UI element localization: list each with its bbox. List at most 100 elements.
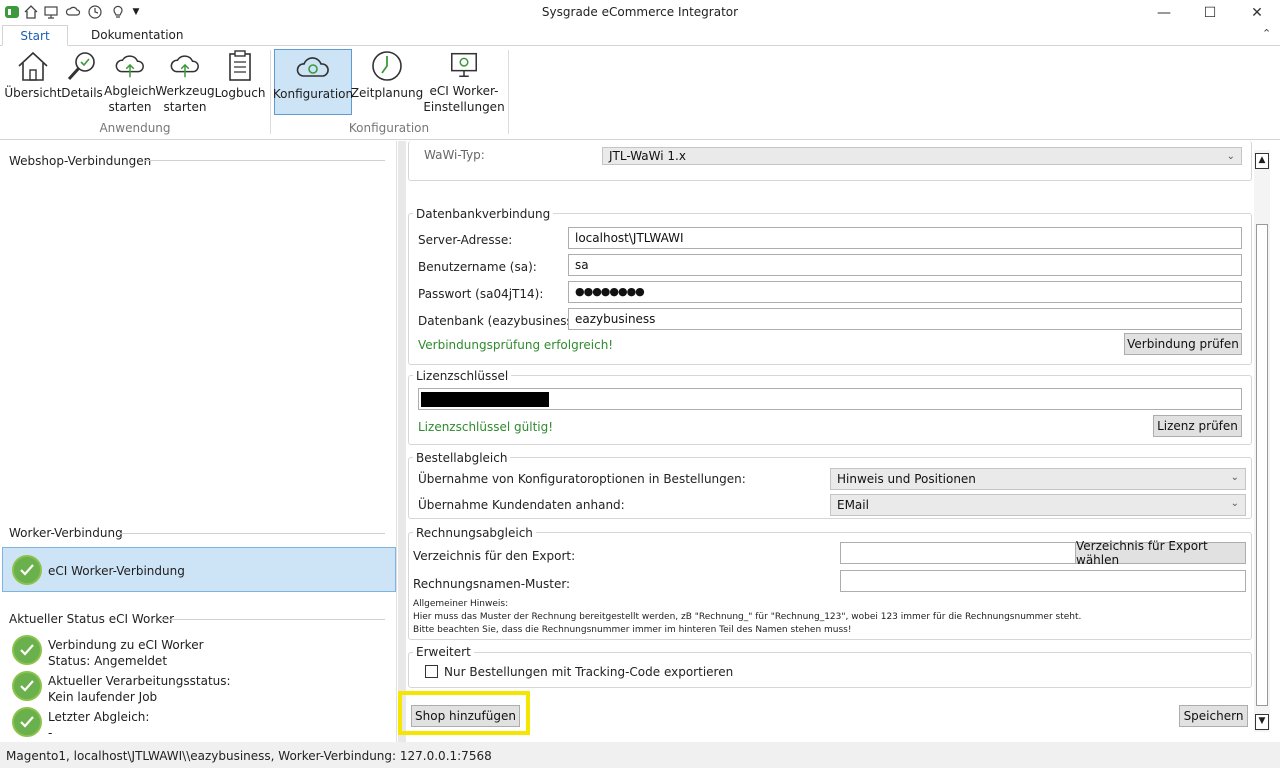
status-item: Letzter Abgleich: - [48, 709, 149, 741]
license-status: Lizenzschlüssel gültig! [418, 420, 554, 434]
chevron-down-icon: ⌄ [1226, 151, 1235, 162]
group-separator [508, 50, 509, 134]
license-legend: Lizenzschlüssel [413, 369, 512, 383]
worker-connection-title: Worker-Verbindung [9, 526, 123, 540]
konfiguration-label: Konfiguration [272, 87, 354, 101]
export-directory-input[interactable] [840, 542, 1076, 564]
group-separator [270, 50, 271, 134]
password-label: Passwort (sa04jT14): [418, 287, 544, 301]
home-icon [18, 51, 48, 81]
scroll-up-icon[interactable]: ▲ [1255, 153, 1269, 169]
hint-line: Hier muss das Muster der Rechnung bereit… [413, 612, 1082, 622]
cloud-upload-icon [115, 55, 144, 78]
wawi-type-label: WaWi-Typ: [424, 148, 485, 162]
database-label: Datenbank (eazybusiness): [418, 314, 582, 328]
database-input[interactable]: eazybusiness [568, 308, 1242, 330]
details-label: Details [61, 86, 103, 100]
scrollbar-thumb[interactable] [1256, 224, 1268, 706]
magnifier-icon [67, 52, 95, 81]
werkzeug-label-1: Werkzeug [155, 84, 215, 98]
invoice-pattern-input[interactable] [840, 570, 1246, 592]
konfiguration-button[interactable]: Konfiguration [272, 49, 354, 115]
save-button[interactable]: Speichern [1179, 705, 1248, 727]
tab-dokumentation[interactable]: Dokumentation [79, 25, 196, 46]
username-label: Benutzername (sa): [418, 260, 537, 274]
password-input[interactable]: ●●●●●●●● [568, 281, 1242, 303]
add-shop-button[interactable]: Shop hinzufügen [411, 705, 520, 727]
check-license-button[interactable]: Lizenz prüfen [1153, 415, 1242, 437]
divider [161, 619, 385, 620]
configurator-options-select[interactable]: Hinweis und Positionen ⌄ [830, 468, 1246, 490]
order-sync-legend: Bestellabgleich [413, 451, 511, 465]
clipboard-list-icon [229, 50, 251, 81]
maximize-button[interactable]: ☐ [1187, 0, 1233, 26]
status-item: Verbindung zu eCI Worker Status: Angemel… [48, 637, 204, 669]
tab-start[interactable]: Start [2, 25, 68, 46]
choose-export-directory-button[interactable]: Verzeichnis für Export wählen [1075, 539, 1246, 567]
server-address-label: Server-Adresse: [418, 233, 513, 247]
divider [144, 160, 385, 161]
webshop-connections-title: Webshop-Verbindungen [9, 154, 152, 168]
db-connection-legend: Datenbankverbindung [413, 207, 554, 221]
tracking-code-label: Nur Bestellungen mit Tracking-Code expor… [444, 665, 734, 679]
close-button[interactable]: ✕ [1234, 0, 1280, 26]
check-icon [12, 671, 42, 701]
uebersicht-label: Übersicht [4, 86, 62, 100]
check-connection-button[interactable]: Verbindung prüfen [1124, 333, 1242, 355]
collapse-ribbon-icon[interactable]: ⌃ [1262, 27, 1271, 40]
window-title: Sysgrade eCommerce Integrator [541, 5, 739, 19]
customer-data-select[interactable]: EMail ⌄ [830, 494, 1246, 516]
wawi-type-select[interactable]: JTL-WaWi 1.x ⌄ [602, 147, 1242, 165]
logbuch-button[interactable]: Logbuch [215, 49, 265, 115]
invoice-hint: Allgemeiner Hinweis: Hier muss das Muste… [413, 598, 1243, 637]
invoice-pattern-label: Rechnungsnamen-Muster: [413, 577, 571, 591]
status-item-value: Status: Angemeldet [48, 654, 168, 668]
group-label-anwendung: Anwendung [99, 121, 171, 135]
uebersicht-button[interactable]: Übersicht [4, 49, 62, 115]
tracking-code-checkbox[interactable] [425, 665, 438, 678]
logbuch-label: Logbuch [214, 86, 266, 100]
worker-label-1: eCI Worker- [429, 84, 499, 98]
check-icon [12, 635, 42, 665]
abgleich-label-1: Abgleich [104, 84, 156, 98]
status-bar-text: Magento1, localhost\JTLWAWI\\eazybusines… [6, 749, 492, 763]
cloud-gear-icon [296, 57, 329, 77]
group-label-konfiguration: Konfiguration [348, 121, 430, 135]
redacted-license-key [421, 392, 549, 407]
license-group [408, 375, 1252, 445]
details-button[interactable]: Details [61, 49, 103, 115]
status-item-title: Aktueller Verarbeitungsstatus: [48, 674, 231, 688]
check-icon [12, 707, 42, 737]
status-item-value: - [48, 726, 53, 740]
customer-data-label: Übernahme Kundendaten anhand: [418, 498, 625, 512]
server-address-input[interactable]: localhost\JTLWAWI [568, 227, 1242, 249]
werkzeug-label-2: starten [163, 100, 207, 114]
pane-splitter[interactable] [398, 141, 406, 742]
status-item-title: Letzter Abgleich: [48, 710, 150, 724]
zeitplanung-button[interactable]: Zeitplanung [350, 49, 424, 115]
worker-status-title: Aktueller Status eCI Worker [9, 612, 175, 626]
abgleich-starten-button[interactable]: Abgleich starten [104, 49, 156, 115]
chevron-down-icon: ⌄ [1230, 498, 1239, 509]
hint-line: Bitte beachten Sie, dass die Rechnungsnu… [413, 625, 852, 635]
username-input[interactable]: sa [568, 254, 1242, 276]
hint-title: Allgemeiner Hinweis: [413, 599, 509, 609]
zeitplanung-label: Zeitplanung [350, 86, 424, 100]
status-item: Aktueller Verarbeitungsstatus: Kein lauf… [48, 673, 231, 705]
scroll-down-icon[interactable]: ▼ [1255, 714, 1269, 730]
check-icon [12, 555, 42, 585]
divider [119, 533, 385, 534]
cloud-tool-icon [170, 55, 199, 78]
status-item-title: Verbindung zu eCI Worker [48, 638, 204, 652]
configurator-options-label: Übernahme von Konfiguratoroptionen in Be… [418, 472, 746, 486]
werkzeug-starten-button[interactable]: Werkzeug starten [155, 49, 215, 115]
worker-label-2: Einstellungen [423, 100, 505, 114]
monitor-gear-icon [451, 52, 477, 78]
status-item-value: Kein laufender Job [48, 690, 158, 704]
eci-worker-einstellungen-button[interactable]: eCI Worker- Einstellungen [423, 49, 505, 115]
minimize-button[interactable]: — [1141, 0, 1187, 26]
wawi-type-value: JTL-WaWi 1.x [609, 149, 686, 163]
customer-data-value: EMail [837, 498, 869, 512]
abgleich-label-2: starten [108, 100, 152, 114]
advanced-legend: Erweitert [413, 645, 474, 659]
